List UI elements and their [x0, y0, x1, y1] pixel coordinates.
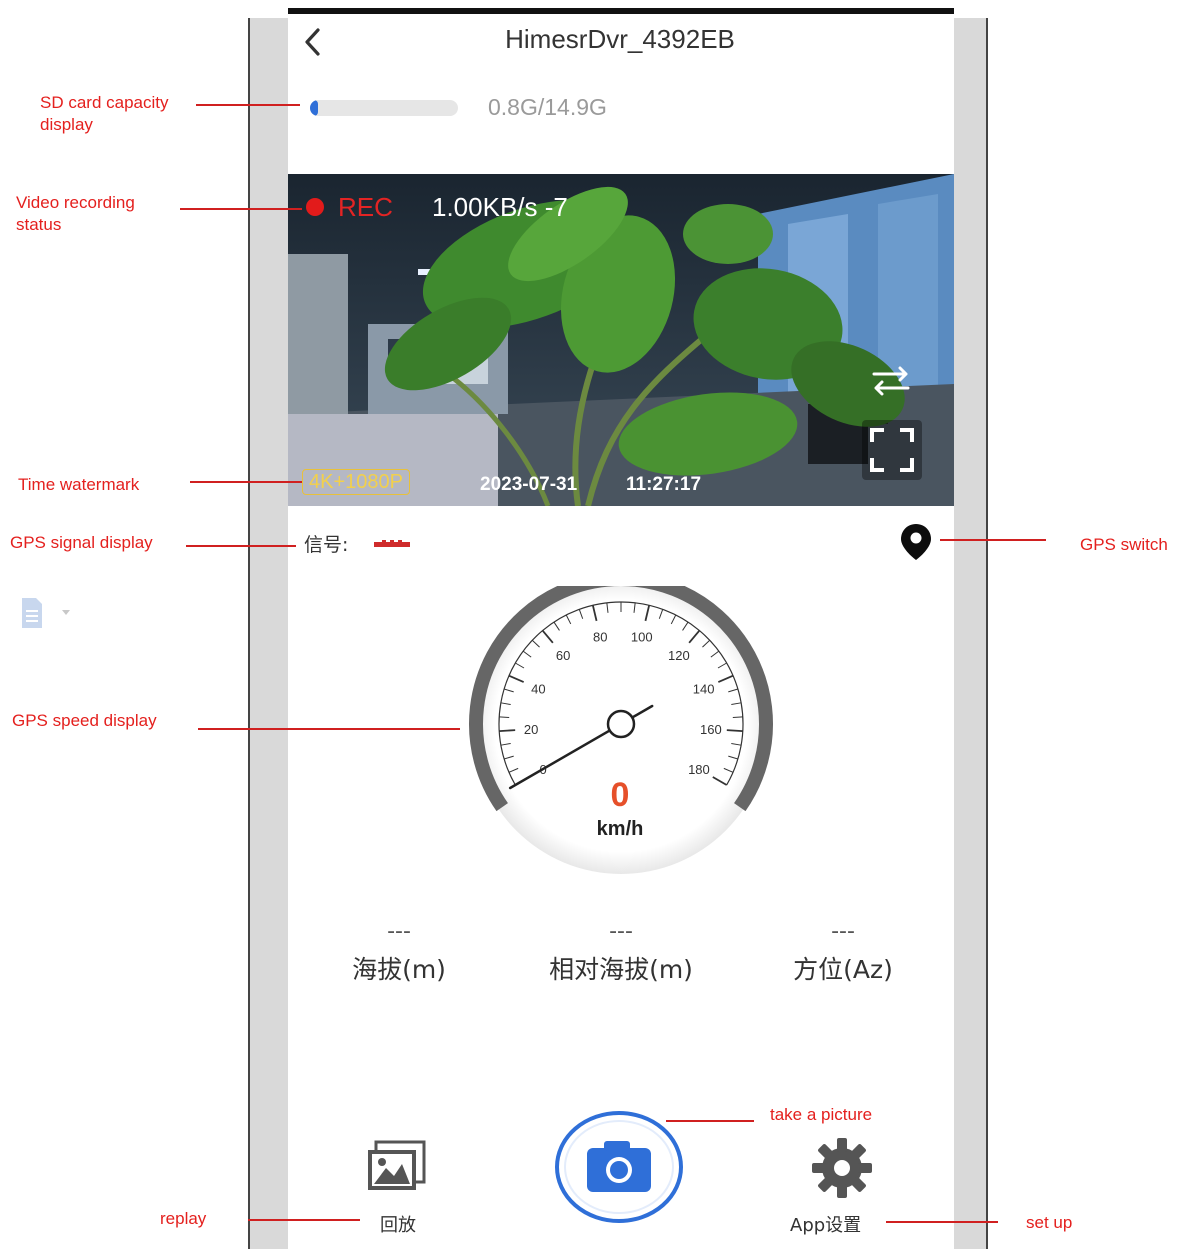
switch-camera-icon [872, 366, 910, 396]
leader-line [940, 539, 1046, 541]
take-picture-button[interactable] [554, 1110, 684, 1224]
annotation-take-picture: take a picture [770, 1105, 873, 1124]
recording-dot [306, 198, 324, 216]
gauge-tick-label: 140 [693, 681, 715, 696]
gauge-tick-label: 120 [668, 648, 690, 663]
location-pin-icon [901, 524, 931, 560]
time-watermark-date: 2023-07-31 [480, 474, 578, 495]
azimuth-value: --- [831, 919, 855, 944]
leader-line [186, 545, 296, 547]
azimuth-stat: --- 方位(Az) [748, 918, 938, 986]
annotation-set-up: set up [1026, 1213, 1073, 1232]
altitude-value: --- [387, 919, 411, 944]
chevron-left-icon [305, 28, 320, 56]
gps-signal-label: 信号: [304, 534, 349, 556]
live-video-preview[interactable] [288, 174, 954, 506]
resolution-badge: 4K+1080P [302, 469, 410, 495]
altitude-label: 海拔(m) [352, 955, 446, 984]
gauge-major-tick [726, 729, 743, 732]
gauge-major-tick [499, 729, 516, 732]
annotation-time-watermark: Time watermark [18, 475, 140, 494]
camera-icon [555, 1111, 683, 1223]
gps-switch-button[interactable] [898, 522, 934, 562]
replay-button[interactable] [364, 1140, 428, 1196]
altitude-stat: --- 海拔(m) [304, 918, 494, 986]
annotation-recording: Video recording status [16, 193, 135, 234]
azimuth-label: 方位(Az) [793, 955, 893, 984]
gauge-tick-label: 80 [593, 629, 607, 644]
gauge-tick-label: 60 [556, 648, 570, 663]
sd-capacity-bar [310, 100, 458, 116]
fullscreen-icon [870, 428, 914, 472]
leader-line [248, 1219, 360, 1221]
leader-line [666, 1120, 754, 1122]
leader-line [196, 104, 300, 106]
replay-label[interactable]: 回放 [370, 1211, 426, 1237]
leader-line [190, 481, 302, 483]
gauge-tick-label: 180 [688, 762, 710, 777]
speed-value: 0 [610, 776, 630, 814]
bitrate-readout: 1.00KB/s -7 [432, 192, 568, 222]
switch-camera-button[interactable] [866, 360, 916, 400]
camera-scene-image [288, 174, 954, 506]
settings-label[interactable]: App设置 [790, 1211, 900, 1237]
back-button[interactable] [298, 22, 330, 62]
sd-capacity-text: 0.8G/14.9G [488, 94, 607, 120]
gauge-tick-label: 160 [700, 722, 722, 737]
fullscreen-button[interactable] [862, 420, 922, 480]
gauge-tick-label: 40 [531, 681, 545, 696]
gps-signal-indicator [374, 540, 410, 547]
leader-line [180, 208, 302, 210]
gear-icon [812, 1138, 872, 1198]
gauge-minor-tick [499, 716, 510, 718]
status-bar [288, 8, 954, 14]
sd-capacity-fill [310, 100, 318, 116]
annotation-gps-speed: GPS speed display [12, 711, 157, 730]
gauge-tick-label: 20 [524, 722, 538, 737]
relative-altitude-stat: --- 相对海拔(m) [526, 918, 716, 986]
annotation-replay: replay [160, 1209, 207, 1228]
device-title: HimesrDvr_4392EB [505, 24, 735, 54]
time-watermark-time: 11:27:17 [626, 474, 702, 495]
document-icon [18, 596, 74, 630]
settings-button[interactable] [810, 1136, 874, 1200]
leader-line [198, 728, 460, 730]
speed-unit: km/h [596, 818, 644, 840]
annotation-gps-switch: GPS switch [1080, 535, 1168, 554]
gauge-minor-tick [732, 716, 743, 718]
relative-altitude-value: --- [609, 919, 633, 944]
leader-line [886, 1221, 998, 1223]
recording-status: REC [338, 192, 393, 222]
annotation-sd-card: SD card capacity display [40, 93, 169, 134]
gauge-tick-label: 100 [631, 629, 653, 644]
annotation-gps-signal: GPS signal display [10, 533, 153, 552]
gallery-icon [368, 1140, 426, 1190]
relative-altitude-label: 相对海拔(m) [549, 955, 693, 984]
